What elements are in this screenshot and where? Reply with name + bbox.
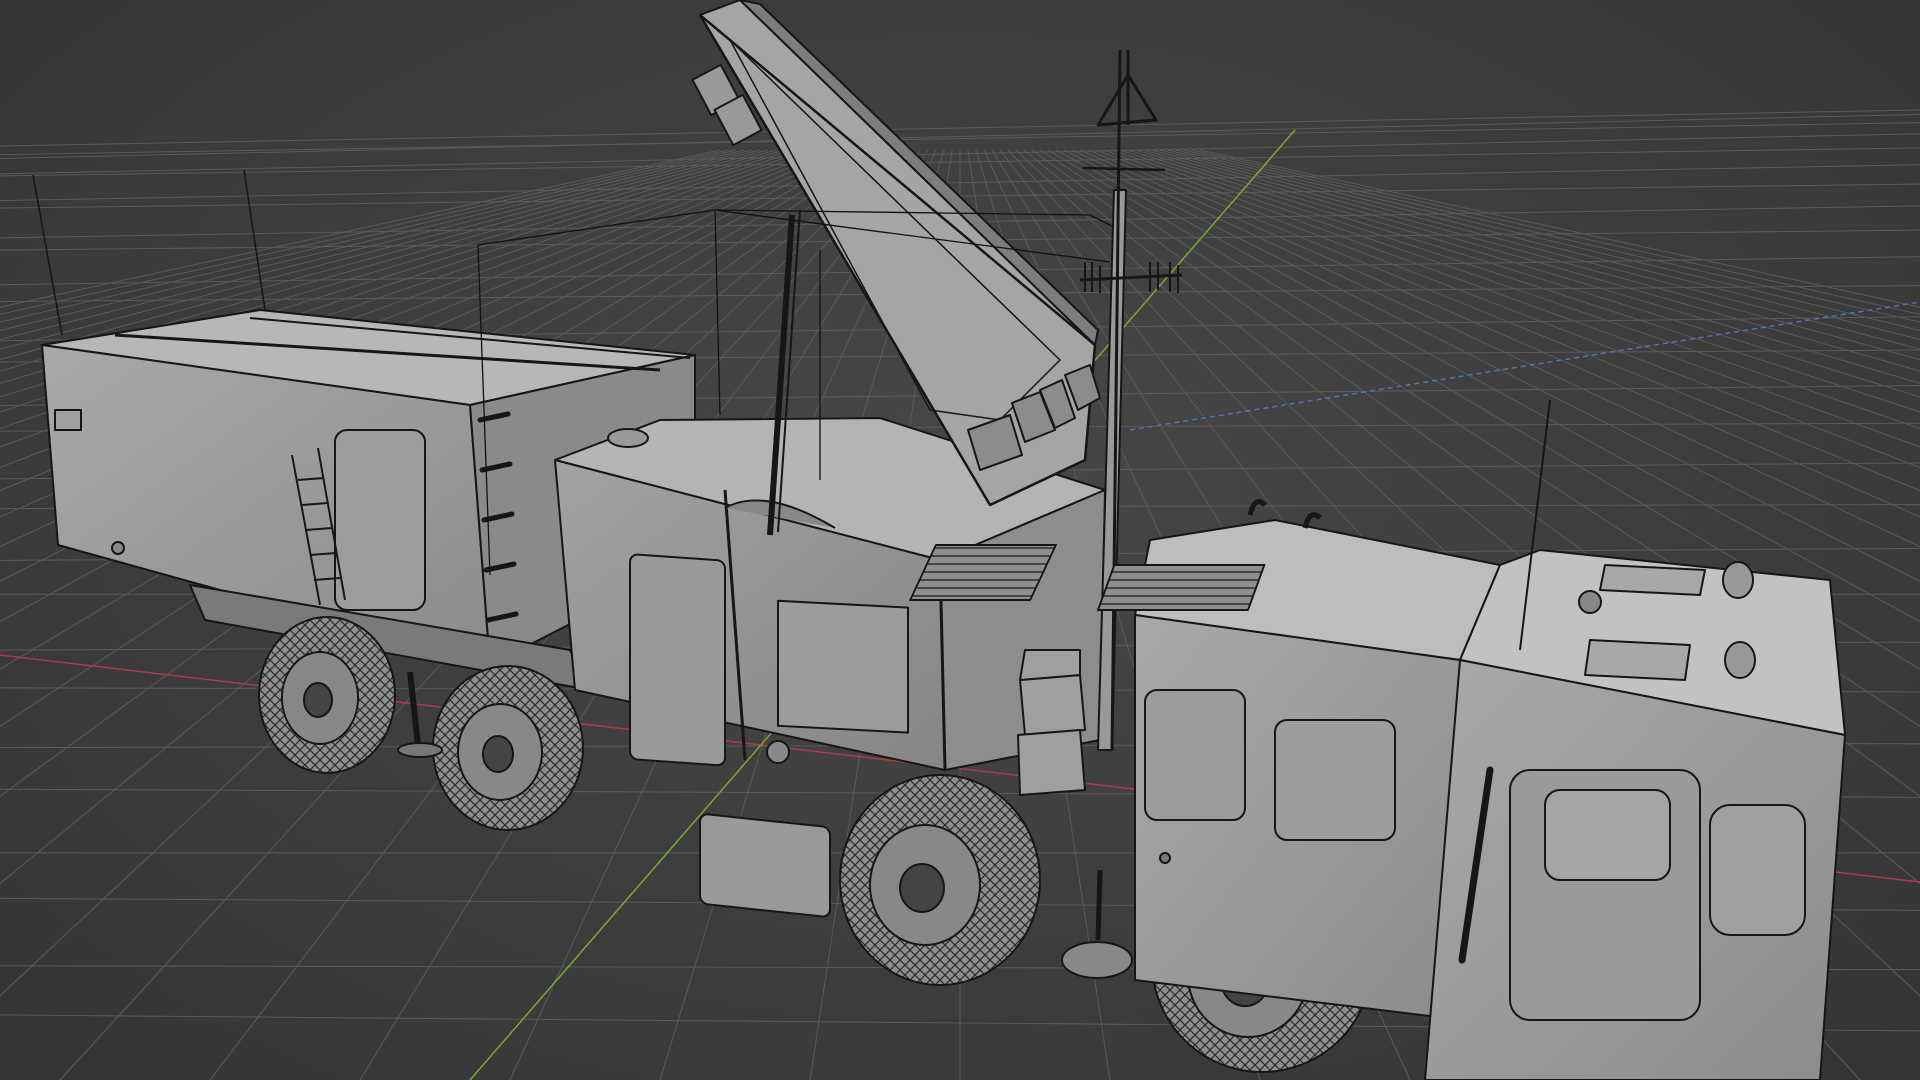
side-step-boxes [1017, 649, 1086, 796]
wheel-mesh-rear-2[interactable] [432, 665, 584, 831]
wheel-mesh-rear-1[interactable] [258, 616, 396, 774]
wheel-mesh-front-1[interactable] [839, 774, 1041, 986]
whip-antenna-mid [243, 169, 266, 311]
cabin-mesh-driver[interactable] [1424, 399, 1846, 1080]
3d-viewport[interactable] [0, 0, 1920, 1080]
rear-stabilizer-foot [397, 742, 443, 758]
viewport-scene[interactable] [0, 0, 1920, 1080]
mast-stabilizer-leg [1095, 869, 1103, 941]
fuel-tank [699, 740, 831, 918]
rear-stabilizer-leg [407, 671, 421, 746]
mast-stabilizer-foot [1061, 941, 1133, 979]
